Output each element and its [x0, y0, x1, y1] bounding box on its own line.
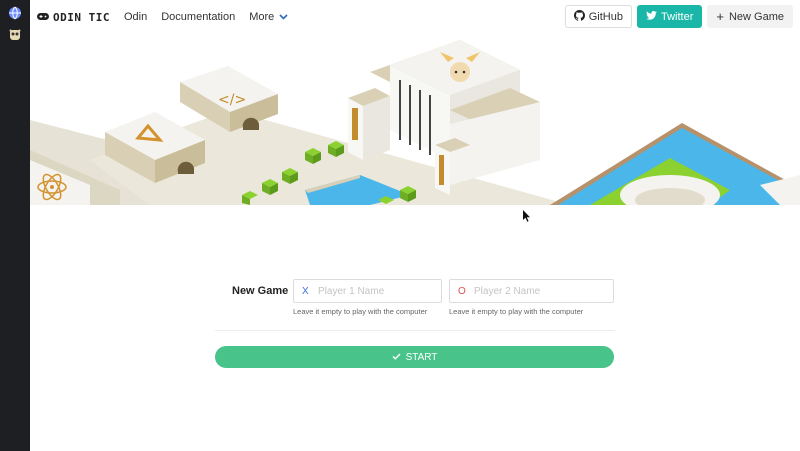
svg-text:</>: </>	[218, 92, 246, 108]
nav-dropdown-more[interactable]: More	[249, 11, 288, 23]
new-game-label: New Game	[728, 10, 784, 23]
player1-hint: Leave it empty to play with the computer	[293, 307, 428, 316]
github-icon	[573, 9, 585, 24]
extension-owl-icon[interactable]	[7, 26, 23, 42]
nav-link-documentation[interactable]: Documentation	[161, 11, 235, 23]
gamepad-icon	[37, 8, 49, 26]
github-label: GitHub	[588, 10, 623, 23]
check-icon	[392, 352, 401, 363]
start-label: START	[405, 351, 438, 363]
page: </> ODIN TIC Odin Documentation More Git…	[30, 0, 800, 451]
form-divider	[215, 330, 615, 331]
player1-name-input[interactable]	[318, 285, 438, 297]
player1-x-symbol: X	[302, 285, 309, 297]
mouse-cursor-icon	[523, 209, 532, 227]
browser-extension-sidebar	[0, 0, 30, 451]
player1-field[interactable]: X	[293, 279, 442, 303]
new-game-button[interactable]: + New Game	[707, 5, 793, 28]
brand-name: ODIN TIC	[53, 10, 110, 24]
form-title: New Game	[232, 285, 289, 297]
extension-globe-icon[interactable]	[7, 5, 23, 21]
twitter-button[interactable]: Twitter	[636, 5, 703, 28]
nav-link-odin[interactable]: Odin	[124, 11, 147, 23]
nav-link-more-label: More	[249, 11, 275, 23]
twitter-label: Twitter	[660, 10, 694, 23]
chevron-down-icon	[279, 11, 288, 23]
player2-field[interactable]: O	[449, 279, 614, 303]
player2-name-input[interactable]	[474, 285, 594, 297]
brand-logo[interactable]: ODIN TIC	[37, 8, 110, 26]
nav-actions: GitHub Twitter + New Game	[564, 5, 793, 28]
top-navbar: ODIN TIC Odin Documentation More GitHub …	[30, 0, 800, 34]
player2-o-symbol: O	[458, 285, 466, 297]
twitter-bird-icon	[646, 10, 657, 23]
player2-hint: Leave it empty to play with the computer	[449, 307, 584, 316]
plus-icon: +	[716, 9, 724, 24]
github-button[interactable]: GitHub	[564, 5, 632, 28]
start-button[interactable]: START	[215, 346, 614, 368]
